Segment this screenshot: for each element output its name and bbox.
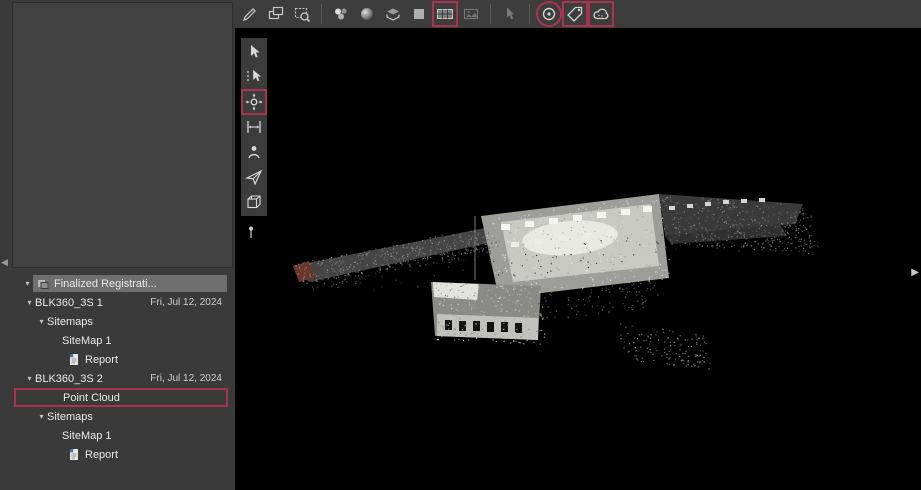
toolbar-separator (529, 4, 530, 24)
tree-item-date: Fri, Jul 12, 2024 (150, 297, 222, 308)
tree-item-sitemaps-2[interactable]: ▾ Sitemaps (10, 407, 235, 426)
tree-item-report-2[interactable]: Report (10, 445, 235, 464)
tree-item-label: Finalized Registrati... (54, 278, 157, 290)
expander-icon[interactable]: ▾ (36, 412, 47, 421)
square-icon[interactable] (408, 3, 430, 25)
tree-item-label: SiteMap 1 (62, 430, 112, 442)
cursor-icon[interactable] (499, 3, 521, 25)
select-options-icon[interactable] (243, 66, 265, 88)
panorama-grid-icon[interactable] (434, 3, 456, 25)
report-icon (68, 353, 80, 366)
selected-row-highlight[interactable]: Finalized Registrati... (33, 275, 227, 292)
sidebar-empty-panel (12, 2, 233, 268)
tree-item-blk360-3s-2[interactable]: ▾ BLK360_3S 2 Fri, Jul 12, 2024 (10, 369, 235, 388)
tree-item-label: Report (85, 449, 118, 461)
fly-icon[interactable] (243, 166, 265, 188)
tree-item-point-cloud[interactable]: Point Cloud (14, 388, 228, 407)
tree-item-label: BLK360_3S 1 (35, 297, 103, 309)
expander-icon[interactable]: ▾ (24, 298, 35, 307)
point-cloud-render (235, 28, 921, 490)
panel-expand-arrow[interactable]: ▶ (911, 268, 919, 277)
sphere-shaded-icon[interactable] (356, 3, 378, 25)
sidebar-collapse-arrow[interactable]: ◀ (1, 258, 8, 267)
expander-icon[interactable]: ▾ (22, 279, 33, 288)
tree-item-sitemap1-1[interactable]: SiteMap 1 (10, 331, 235, 350)
image-icon[interactable] (460, 3, 482, 25)
view-toolbar (241, 38, 267, 216)
select-arrow-icon[interactable] (243, 41, 265, 63)
spheres-icon[interactable] (330, 3, 352, 25)
tree-item-finalized-registration[interactable]: ▾ Finalized Registrati... (10, 274, 235, 293)
pencil-icon[interactable] (239, 3, 261, 25)
cube-view-icon[interactable] (243, 191, 265, 213)
measure-icon[interactable] (243, 116, 265, 138)
bundle-icon (37, 278, 49, 290)
report-icon (68, 448, 80, 461)
viewport-3d[interactable]: ▶ (235, 28, 921, 490)
point-cloud-icon[interactable] (590, 3, 612, 25)
tree-item-label: Sitemaps (47, 411, 93, 423)
walk-view-icon[interactable] (243, 141, 265, 163)
tree-item-label: SiteMap 1 (62, 335, 112, 347)
tree-item-label: Sitemaps (47, 316, 93, 328)
zoom-window-icon[interactable] (291, 3, 313, 25)
viewports-icon[interactable] (265, 3, 287, 25)
toolbar-separator (321, 4, 322, 24)
tree-item-report-1[interactable]: Report (10, 350, 235, 369)
target-icon[interactable] (538, 3, 560, 25)
toolbar-separator (490, 4, 491, 24)
project-tree: ▾ Finalized Registrati... ▾ BLK360_3S 1 … (10, 274, 235, 464)
tree-item-label: Report (85, 354, 118, 366)
expander-icon[interactable]: ▾ (24, 374, 35, 383)
tree-item-label: BLK360_3S 2 (35, 373, 103, 385)
application-window: ◀ ▾ Finalized Registrati... ▾ BLK360_3S … (0, 0, 921, 490)
tree-item-blk360-3s-1[interactable]: ▾ BLK360_3S 1 Fri, Jul 12, 2024 (10, 293, 235, 312)
expander-icon[interactable]: ▾ (36, 317, 47, 326)
project-sidebar: ▾ Finalized Registrati... ▾ BLK360_3S 1 … (10, 0, 235, 490)
tree-item-sitemaps-1[interactable]: ▾ Sitemaps (10, 312, 235, 331)
pin-icon[interactable] (246, 226, 256, 240)
tag-icon[interactable] (564, 3, 586, 25)
orbit-move-icon[interactable] (243, 91, 265, 113)
tree-item-sitemap1-2[interactable]: SiteMap 1 (10, 426, 235, 445)
tree-item-label: Point Cloud (63, 392, 120, 404)
main-toolbar (235, 0, 921, 28)
contours-icon[interactable] (382, 3, 404, 25)
tree-item-date: Fri, Jul 12, 2024 (150, 373, 222, 384)
